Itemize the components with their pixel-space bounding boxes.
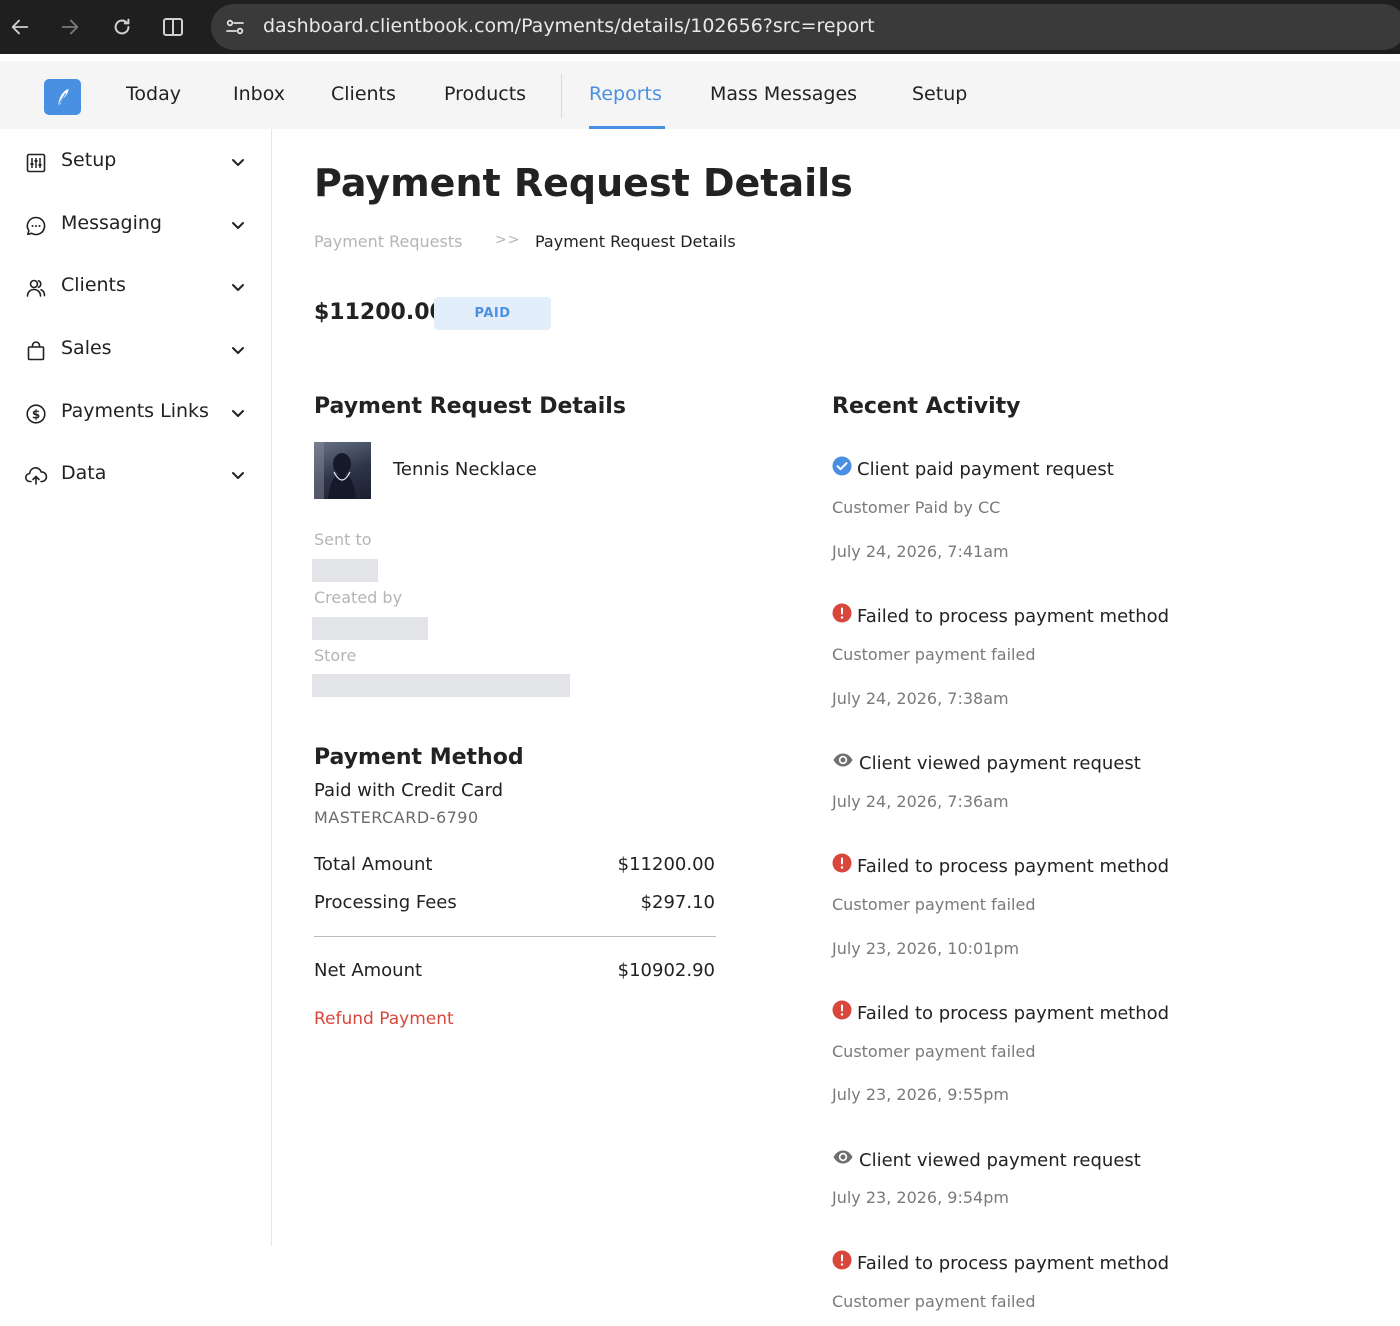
shopping-bag-icon bbox=[24, 339, 48, 363]
cloud-upload-icon bbox=[24, 464, 48, 488]
redacted-created-by bbox=[312, 617, 428, 640]
error-circle-icon bbox=[832, 1000, 852, 1020]
nav-reports[interactable]: Reports bbox=[589, 83, 662, 105]
breadcrumb-current: Payment Request Details bbox=[535, 232, 736, 251]
activity-subtitle: Customer payment failed bbox=[832, 645, 1036, 664]
store-label: Store bbox=[314, 646, 357, 665]
sidebar-item-label: Clients bbox=[61, 274, 126, 296]
activity-timestamp: July 24, 2026, 7:38am bbox=[832, 689, 1009, 708]
sidebar-item-label: Setup bbox=[61, 149, 117, 171]
net-amount-value: $10902.90 bbox=[617, 960, 715, 981]
error-circle-icon bbox=[832, 853, 852, 873]
split-view-icon[interactable] bbox=[156, 10, 190, 44]
nav-inbox[interactable]: Inbox bbox=[233, 83, 285, 105]
sidebar: Setup Messaging Clients Sales $ Payments… bbox=[0, 129, 272, 1246]
nav-today[interactable]: Today bbox=[126, 83, 181, 105]
address-bar[interactable]: dashboard.clientbook.com/Payments/detail… bbox=[211, 4, 1400, 50]
page-title: Payment Request Details bbox=[314, 161, 853, 205]
sidebar-item-label: Sales bbox=[61, 337, 112, 359]
activity-title: Client viewed payment request bbox=[859, 753, 1141, 774]
eye-icon bbox=[832, 1147, 854, 1167]
breadcrumb-payment-requests[interactable]: Payment Requests bbox=[314, 232, 462, 251]
product-name: Tennis Necklace bbox=[393, 459, 537, 480]
product-image bbox=[314, 442, 371, 499]
processing-fees-value: $297.10 bbox=[640, 892, 715, 913]
chat-bubble-icon bbox=[24, 214, 48, 238]
payment-amount: $11200.00 bbox=[314, 300, 445, 325]
back-arrow-icon[interactable] bbox=[3, 10, 37, 44]
chevron-down-icon bbox=[230, 405, 246, 421]
details-heading: Payment Request Details bbox=[314, 394, 626, 419]
status-badge: PAID bbox=[434, 297, 551, 330]
sidebar-item-label: Payments Links bbox=[61, 400, 209, 422]
activity-title: Client paid payment request bbox=[857, 459, 1114, 480]
card-number: MASTERCARD-6790 bbox=[314, 808, 479, 827]
nav-setup[interactable]: Setup bbox=[912, 83, 967, 105]
activity-timestamp: July 23, 2026, 9:55pm bbox=[832, 1085, 1009, 1104]
clientbook-logo[interactable] bbox=[44, 79, 81, 115]
total-amount-label: Total Amount bbox=[314, 854, 433, 875]
svg-text:$: $ bbox=[32, 407, 40, 421]
chevron-down-icon bbox=[230, 154, 246, 170]
forward-arrow-icon[interactable] bbox=[53, 10, 87, 44]
sidebar-item-setup[interactable]: Setup bbox=[24, 147, 246, 177]
sidebar-item-payments-links[interactable]: $ Payments Links bbox=[24, 398, 246, 428]
reload-icon[interactable] bbox=[105, 10, 139, 44]
chevron-down-icon bbox=[230, 217, 246, 233]
check-circle-icon bbox=[832, 456, 852, 476]
activity-title: Failed to process payment method bbox=[857, 856, 1170, 877]
top-navigation: Today Inbox Clients Products Reports Mas… bbox=[0, 61, 1400, 129]
total-amount-value: $11200.00 bbox=[617, 854, 715, 875]
sidebar-item-label: Data bbox=[61, 462, 107, 484]
activity-timestamp: July 23, 2026, 10:01pm bbox=[832, 939, 1020, 958]
activity-subtitle: Customer payment failed bbox=[832, 1042, 1036, 1061]
activity-title: Client viewed payment request bbox=[859, 1150, 1141, 1171]
people-icon bbox=[24, 276, 48, 300]
sidebar-item-label: Messaging bbox=[61, 212, 162, 234]
recent-activity-heading: Recent Activity bbox=[832, 394, 1021, 419]
sent-to-label: Sent to bbox=[314, 530, 372, 549]
active-tab-indicator bbox=[589, 126, 665, 129]
site-settings-icon[interactable] bbox=[223, 15, 247, 39]
error-circle-icon bbox=[832, 603, 852, 623]
eye-icon bbox=[832, 750, 854, 770]
feather-icon bbox=[57, 88, 68, 105]
nav-mass-messages[interactable]: Mass Messages bbox=[710, 83, 857, 105]
created-by-label: Created by bbox=[314, 588, 403, 607]
activity-subtitle: Customer payment failed bbox=[832, 1292, 1036, 1311]
summary-divider bbox=[314, 936, 716, 937]
sidebar-item-sales[interactable]: Sales bbox=[24, 335, 246, 365]
activity-timestamp: July 24, 2026, 7:36am bbox=[832, 792, 1009, 811]
net-amount-label: Net Amount bbox=[314, 960, 423, 981]
url-text: dashboard.clientbook.com/Payments/detail… bbox=[263, 15, 875, 37]
activity-title: Failed to process payment method bbox=[857, 1003, 1170, 1024]
sidebar-item-messaging[interactable]: Messaging bbox=[24, 210, 246, 240]
nav-products[interactable]: Products bbox=[444, 83, 526, 105]
activity-timestamp: July 23, 2026, 9:54pm bbox=[832, 1188, 1009, 1207]
error-circle-icon bbox=[832, 1250, 852, 1270]
activity-timestamp: July 24, 2026, 7:41am bbox=[832, 542, 1009, 561]
dollar-circle-icon: $ bbox=[24, 402, 48, 426]
activity-subtitle: Customer Paid by CC bbox=[832, 498, 1001, 517]
sliders-icon bbox=[24, 151, 48, 175]
refund-payment-link[interactable]: Refund Payment bbox=[314, 1009, 454, 1029]
chevron-down-icon bbox=[230, 467, 246, 483]
activity-subtitle: Customer payment failed bbox=[832, 895, 1036, 914]
chevron-down-icon bbox=[230, 342, 246, 358]
sidebar-item-data[interactable]: Data bbox=[24, 460, 246, 490]
redacted-sent-to bbox=[312, 559, 378, 582]
activity-title: Failed to process payment method bbox=[857, 606, 1170, 627]
payment-method-heading: Payment Method bbox=[314, 745, 524, 770]
redacted-store bbox=[312, 674, 570, 697]
chevron-down-icon bbox=[230, 279, 246, 295]
activity-title: Failed to process payment method bbox=[857, 1253, 1170, 1274]
processing-fees-label: Processing Fees bbox=[314, 892, 457, 913]
sidebar-item-clients[interactable]: Clients bbox=[24, 272, 246, 302]
nav-clients[interactable]: Clients bbox=[331, 83, 396, 105]
nav-divider bbox=[561, 74, 562, 118]
payment-method-type: Paid with Credit Card bbox=[314, 780, 504, 801]
browser-toolbar: dashboard.clientbook.com/Payments/detail… bbox=[0, 0, 1400, 54]
breadcrumb-separator: >> bbox=[495, 232, 521, 248]
